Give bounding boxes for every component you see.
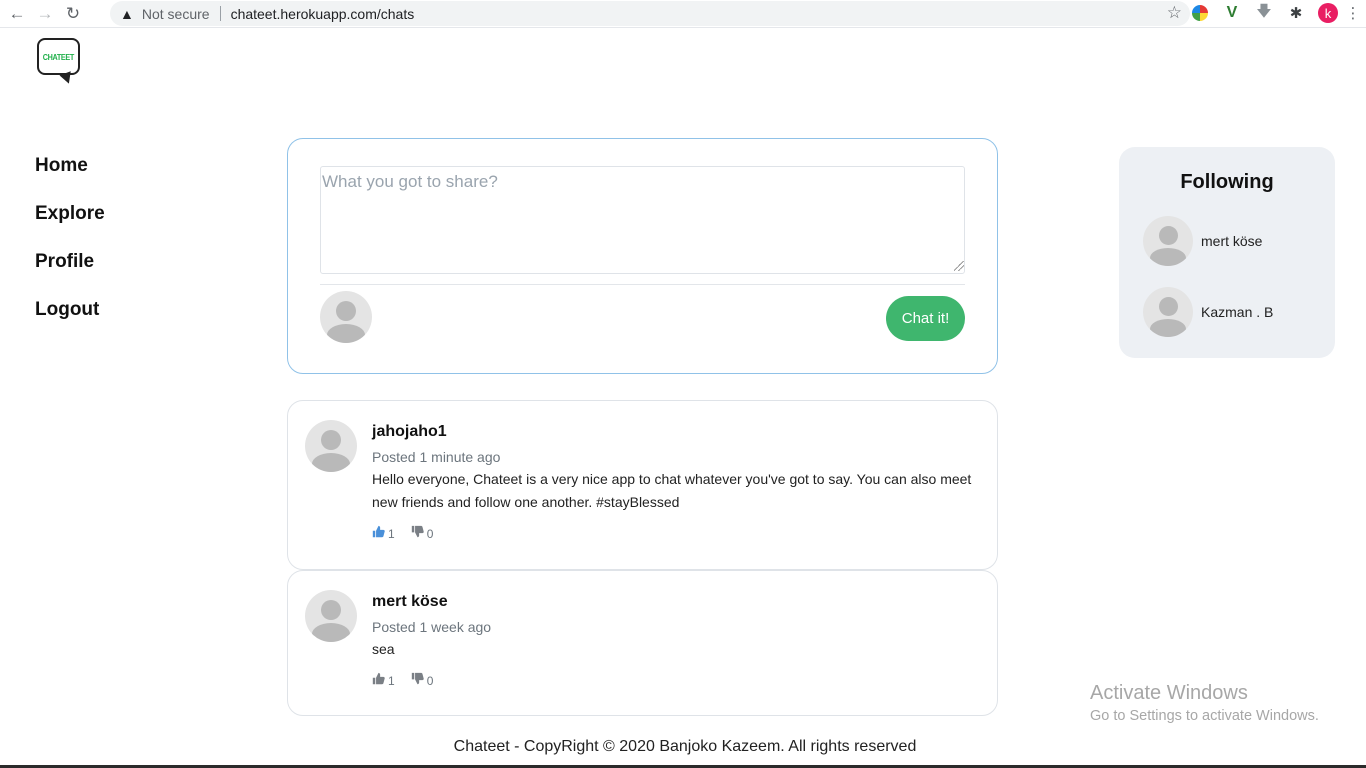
avatar[interactable]: [305, 420, 357, 472]
app-logo[interactable]: CHATEET: [37, 38, 81, 86]
vue-devtools-icon[interactable]: V: [1222, 3, 1242, 23]
like-button[interactable]: 1: [372, 524, 395, 541]
dislike-count: 0: [426, 674, 434, 688]
post-author[interactable]: jahojaho1: [372, 423, 984, 441]
reactions: 1 0: [372, 524, 984, 541]
following-user-name: Kazman . B: [1201, 304, 1274, 320]
dislike-count: 0: [426, 527, 434, 541]
post-time: Posted 1 week ago: [372, 619, 492, 635]
share-input[interactable]: [320, 166, 965, 274]
footer-copyright: Chateet - CopyRight © 2020 Banjoko Kazee…: [453, 738, 917, 755]
resize-handle[interactable]: [954, 261, 964, 271]
puzzle-icon[interactable]: ✱: [1286, 3, 1306, 23]
url-text[interactable]: chateet.herokuapp.com/chats: [231, 6, 415, 22]
post-text: sea: [372, 641, 395, 657]
like-count: 1: [388, 527, 395, 541]
watermark-subtitle: Go to Settings to activate Windows.: [1090, 708, 1319, 724]
nav-profile[interactable]: Profile: [35, 250, 105, 298]
kebab-menu-icon[interactable]: ⋮: [1346, 3, 1361, 23]
avatar: [1143, 287, 1193, 337]
following-user[interactable]: mert köse: [1143, 216, 1262, 266]
nav-home[interactable]: Home: [35, 154, 105, 202]
nav-explore[interactable]: Explore: [35, 202, 105, 250]
following-panel: Following mert köse Kazman . B: [1119, 147, 1335, 358]
download-icon[interactable]: 🡇: [1254, 3, 1274, 23]
thumbs-up-icon: [372, 672, 385, 685]
thumbs-down-icon: [411, 525, 424, 538]
address-bar[interactable]: ▲ Not secure chateet.herokuapp.com/chats…: [110, 1, 1190, 26]
avatar: [320, 291, 372, 343]
post-body: jahojaho1 Posted 1 minute ago Hello ever…: [372, 423, 984, 541]
back-icon[interactable]: ←: [6, 3, 28, 25]
nav-logout[interactable]: Logout: [35, 298, 105, 346]
post-time: Posted 1 minute ago: [372, 449, 501, 465]
like-button[interactable]: 1: [372, 671, 395, 688]
composer-divider: [320, 284, 965, 285]
post-body: mert köse Posted 1 week ago sea 1 0: [372, 593, 984, 688]
thumbs-up-icon: [372, 525, 385, 538]
following-title: Following: [1180, 171, 1274, 193]
extension-icons: V 🡇 ✱ k ⋮: [1190, 3, 1361, 23]
warning-icon: ▲: [120, 5, 134, 22]
following-user-name: mert köse: [1201, 233, 1263, 249]
browser-toolbar: ← → ↻ ▲ Not secure chateet.herokuapp.com…: [0, 0, 1366, 28]
main-nav: Home Explore Profile Logout: [35, 154, 105, 346]
thumbs-down-icon: [411, 672, 424, 685]
dislike-button[interactable]: 0: [411, 524, 434, 541]
post-author[interactable]: mert köse: [372, 593, 984, 611]
color-wheel-icon[interactable]: [1192, 5, 1208, 21]
like-count: 1: [388, 674, 395, 688]
logo-text: CHATEET: [42, 51, 75, 62]
forward-icon[interactable]: →: [34, 3, 56, 25]
chat-it-button[interactable]: Chat it!: [886, 296, 965, 341]
watermark-title: Activate Windows: [1090, 682, 1248, 704]
dislike-button[interactable]: 0: [411, 671, 434, 688]
logo-bubble: CHATEET: [37, 38, 80, 75]
post-card: mert köse Posted 1 week ago sea 1 0: [287, 570, 998, 716]
profile-avatar[interactable]: k: [1318, 3, 1338, 23]
star-icon[interactable]: ☆: [1167, 3, 1182, 23]
avatar[interactable]: [305, 590, 357, 642]
post-card: jahojaho1 Posted 1 minute ago Hello ever…: [287, 400, 998, 570]
security-label: Not secure: [141, 5, 210, 22]
activate-windows-watermark: Activate Windows Go to Settings to activ…: [1090, 682, 1319, 724]
following-user[interactable]: Kazman . B: [1143, 287, 1273, 337]
reactions: 1 0: [372, 671, 984, 688]
address-separator: [219, 6, 221, 21]
post-composer: Chat it!: [287, 138, 998, 374]
post-text: Hello everyone, Chateet is a very nice a…: [372, 471, 972, 510]
reload-icon[interactable]: ↻: [62, 3, 84, 25]
avatar: [1143, 216, 1193, 266]
